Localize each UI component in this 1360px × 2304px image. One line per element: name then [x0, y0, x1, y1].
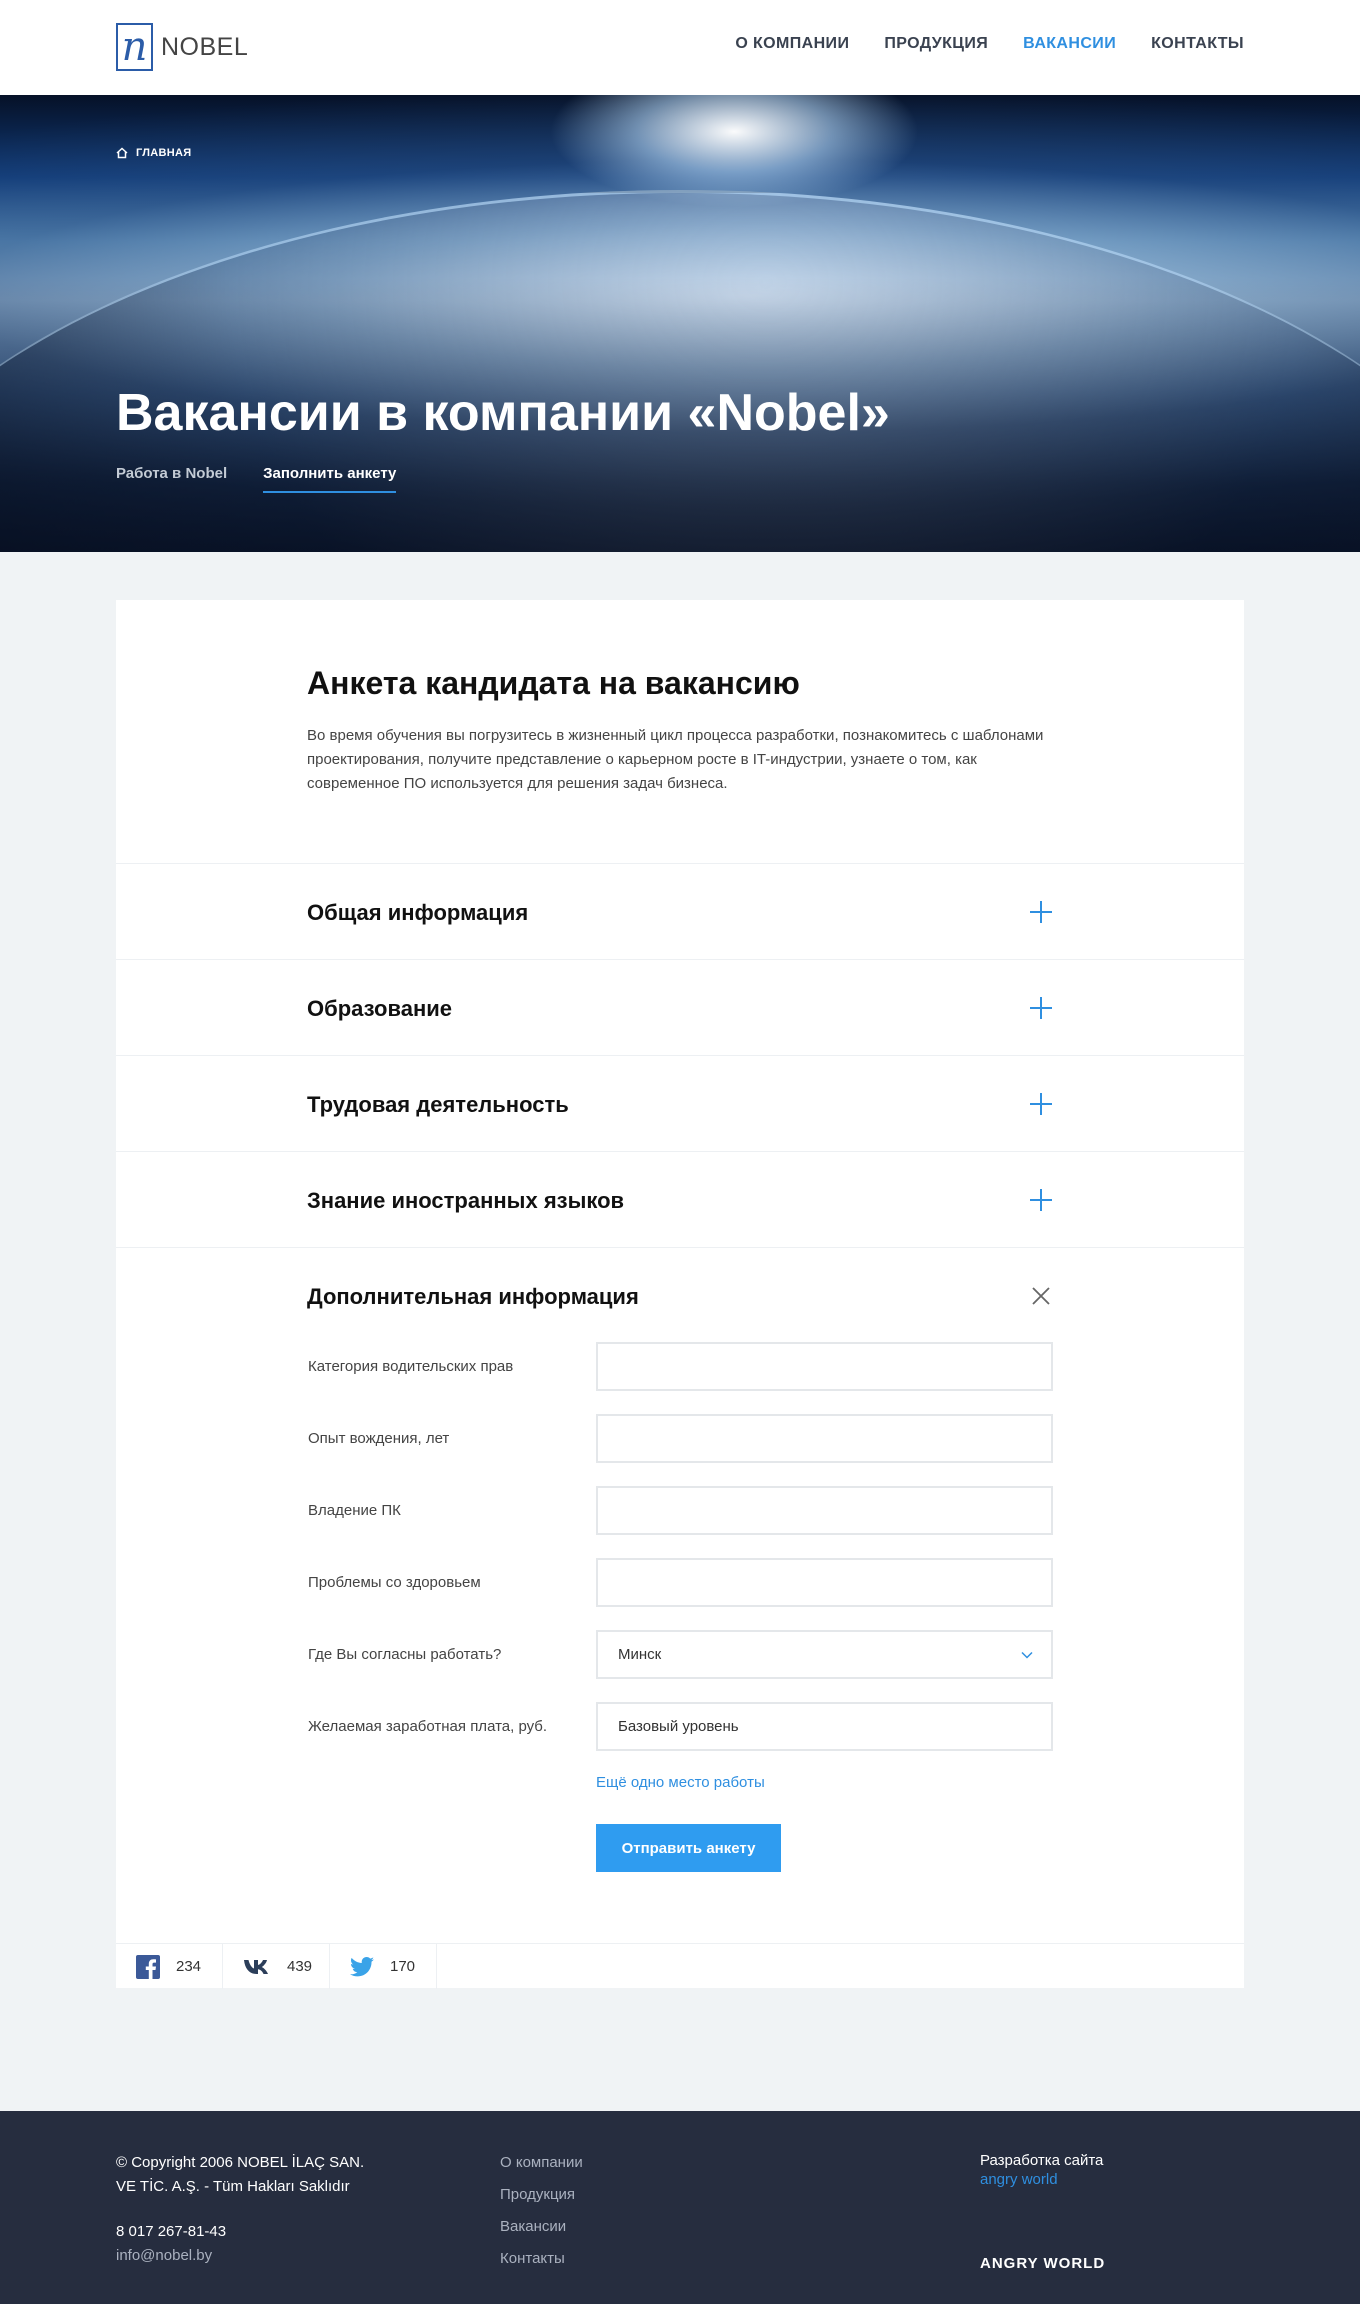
logo-mark-icon: n	[116, 23, 153, 71]
tab-work-in-nobel[interactable]: Работа в Nobel	[116, 465, 227, 493]
section-title: Образование	[307, 996, 452, 1021]
vk-count: 439	[287, 1958, 313, 1975]
add-workplace-link[interactable]: Ещё одно место работы	[596, 1774, 765, 1791]
logo[interactable]: n NOBEL	[116, 23, 248, 71]
plus-icon[interactable]	[1029, 900, 1053, 924]
copyright-line-1: © Copyright 2006 NOBEL İLAÇ SAN.	[116, 2154, 365, 2171]
field-label-pc: Владение ПК	[308, 1502, 401, 1519]
tab-fill-form[interactable]: Заполнить анкету	[263, 465, 397, 493]
footer-copyright: © Copyright 2006 NOBEL İLAÇ SAN. VE TİC.…	[116, 2151, 364, 2199]
field-label-salary: Желаемая заработная плата, руб.	[308, 1718, 548, 1735]
main-nav: О КОМПАНИИ ПРОДУКЦИЯ ВАКАНСИИ КОНТАКТЫ	[735, 35, 1244, 53]
breadcrumb-home[interactable]: ГЛАВНАЯ	[136, 147, 191, 159]
hero-tabs: Работа в Nobel Заполнить анкету	[116, 465, 397, 493]
twitter-icon	[350, 1956, 374, 1976]
plus-icon[interactable]	[1029, 1188, 1053, 1212]
chevron-down-icon	[1021, 1651, 1033, 1659]
license-category-field[interactable]	[596, 1342, 1053, 1391]
health-issues-field[interactable]	[596, 1558, 1053, 1607]
nav-item-products[interactable]: ПРОДУКЦИЯ	[884, 35, 988, 53]
section-additional-info: Дополнительная информация	[116, 1247, 1244, 1309]
facebook-icon	[136, 1954, 160, 1979]
footer-nav-company[interactable]: О компании	[500, 2151, 583, 2183]
twitter-count: 170	[390, 1958, 416, 1975]
facebook-count: 234	[176, 1958, 202, 1975]
site-header: n NOBEL О КОМПАНИИ ПРОДУКЦИЯ ВАКАНСИИ КО…	[0, 0, 1360, 95]
field-label-license: Категория водительских прав	[308, 1358, 514, 1375]
page-title: Вакансии в компании «Nobel»	[116, 384, 890, 442]
footer-email-link[interactable]: info@nobel.by	[116, 2247, 212, 2264]
section-languages[interactable]: Знание иностранных языков	[116, 1151, 1244, 1247]
footer-dev-link[interactable]: angry world	[980, 2171, 1058, 2188]
pc-skills-field[interactable]	[596, 1486, 1053, 1535]
nav-item-vacancies[interactable]: ВАКАНСИИ	[1023, 35, 1116, 53]
form-description: Во время обучения вы погрузитесь в жизне…	[307, 727, 1044, 792]
breadcrumb[interactable]: ГЛАВНАЯ	[116, 147, 191, 159]
nav-item-contacts[interactable]: КОНТАКТЫ	[1151, 35, 1244, 53]
section-title[interactable]: Дополнительная информация	[307, 1284, 639, 1310]
field-label-location: Где Вы согласны работать?	[308, 1646, 502, 1663]
vk-share[interactable]: 439	[223, 1944, 330, 1989]
plus-icon[interactable]	[1029, 996, 1053, 1020]
section-title: Трудовая деятельность	[307, 1092, 569, 1117]
section-education[interactable]: Образование	[116, 959, 1244, 1055]
footer-phone: 8 017 267-81-43	[116, 2223, 227, 2240]
application-form-card: Анкета кандидата на вакансию Во время об…	[116, 600, 1244, 1989]
facebook-share[interactable]: 234	[116, 1944, 223, 1989]
footer-nav-contacts[interactable]: Контакты	[500, 2247, 583, 2279]
close-icon[interactable]	[1029, 1284, 1053, 1308]
home-icon	[116, 147, 128, 159]
field-label-health: Проблемы со здоровьем	[308, 1574, 481, 1591]
copyright-line-2: VE TİC. A.Ş. - Tüm Hakları Saklıdır	[116, 2178, 350, 2195]
salary-field[interactable]	[596, 1702, 1053, 1751]
submit-form-button[interactable]: Отправить анкету	[596, 1824, 781, 1872]
section-title: Общая информация	[307, 900, 529, 925]
driving-experience-field[interactable]	[596, 1414, 1053, 1463]
form-title: Анкета кандидата на вакансию	[307, 665, 800, 701]
plus-icon[interactable]	[1029, 1092, 1053, 1116]
select-value: Минск	[618, 1646, 662, 1663]
footer-dev-label: Разработка сайта	[980, 2152, 1104, 2169]
angry-world-logo[interactable]: ANGRY WORLD	[980, 2255, 1105, 2272]
site-footer: © Copyright 2006 NOBEL İLAÇ SAN. VE TİC.…	[0, 2111, 1360, 2304]
vk-icon	[244, 1959, 268, 1974]
footer-nav-vacancies[interactable]: Вакансии	[500, 2215, 583, 2247]
footer-nav: О компании Продукция Вакансии Контакты	[500, 2151, 583, 2279]
section-title: Знание иностранных языков	[307, 1188, 625, 1213]
field-label-driving-exp: Опыт вождения, лет	[308, 1430, 450, 1447]
work-location-select[interactable]: Минск	[596, 1630, 1053, 1679]
nav-item-company[interactable]: О КОМПАНИИ	[735, 35, 849, 53]
footer-nav-products[interactable]: Продукция	[500, 2183, 583, 2215]
twitter-share[interactable]: 170	[330, 1944, 437, 1989]
logo-text: NOBEL	[161, 32, 249, 61]
hero-banner: ГЛАВНАЯ Вакансии в компании «Nobel» Рабо…	[0, 95, 1360, 552]
social-share-bar: 234 439 170	[116, 1943, 1244, 1989]
section-work-experience[interactable]: Трудовая деятельность	[116, 1055, 1244, 1151]
section-general-info[interactable]: Общая информация	[116, 863, 1244, 959]
